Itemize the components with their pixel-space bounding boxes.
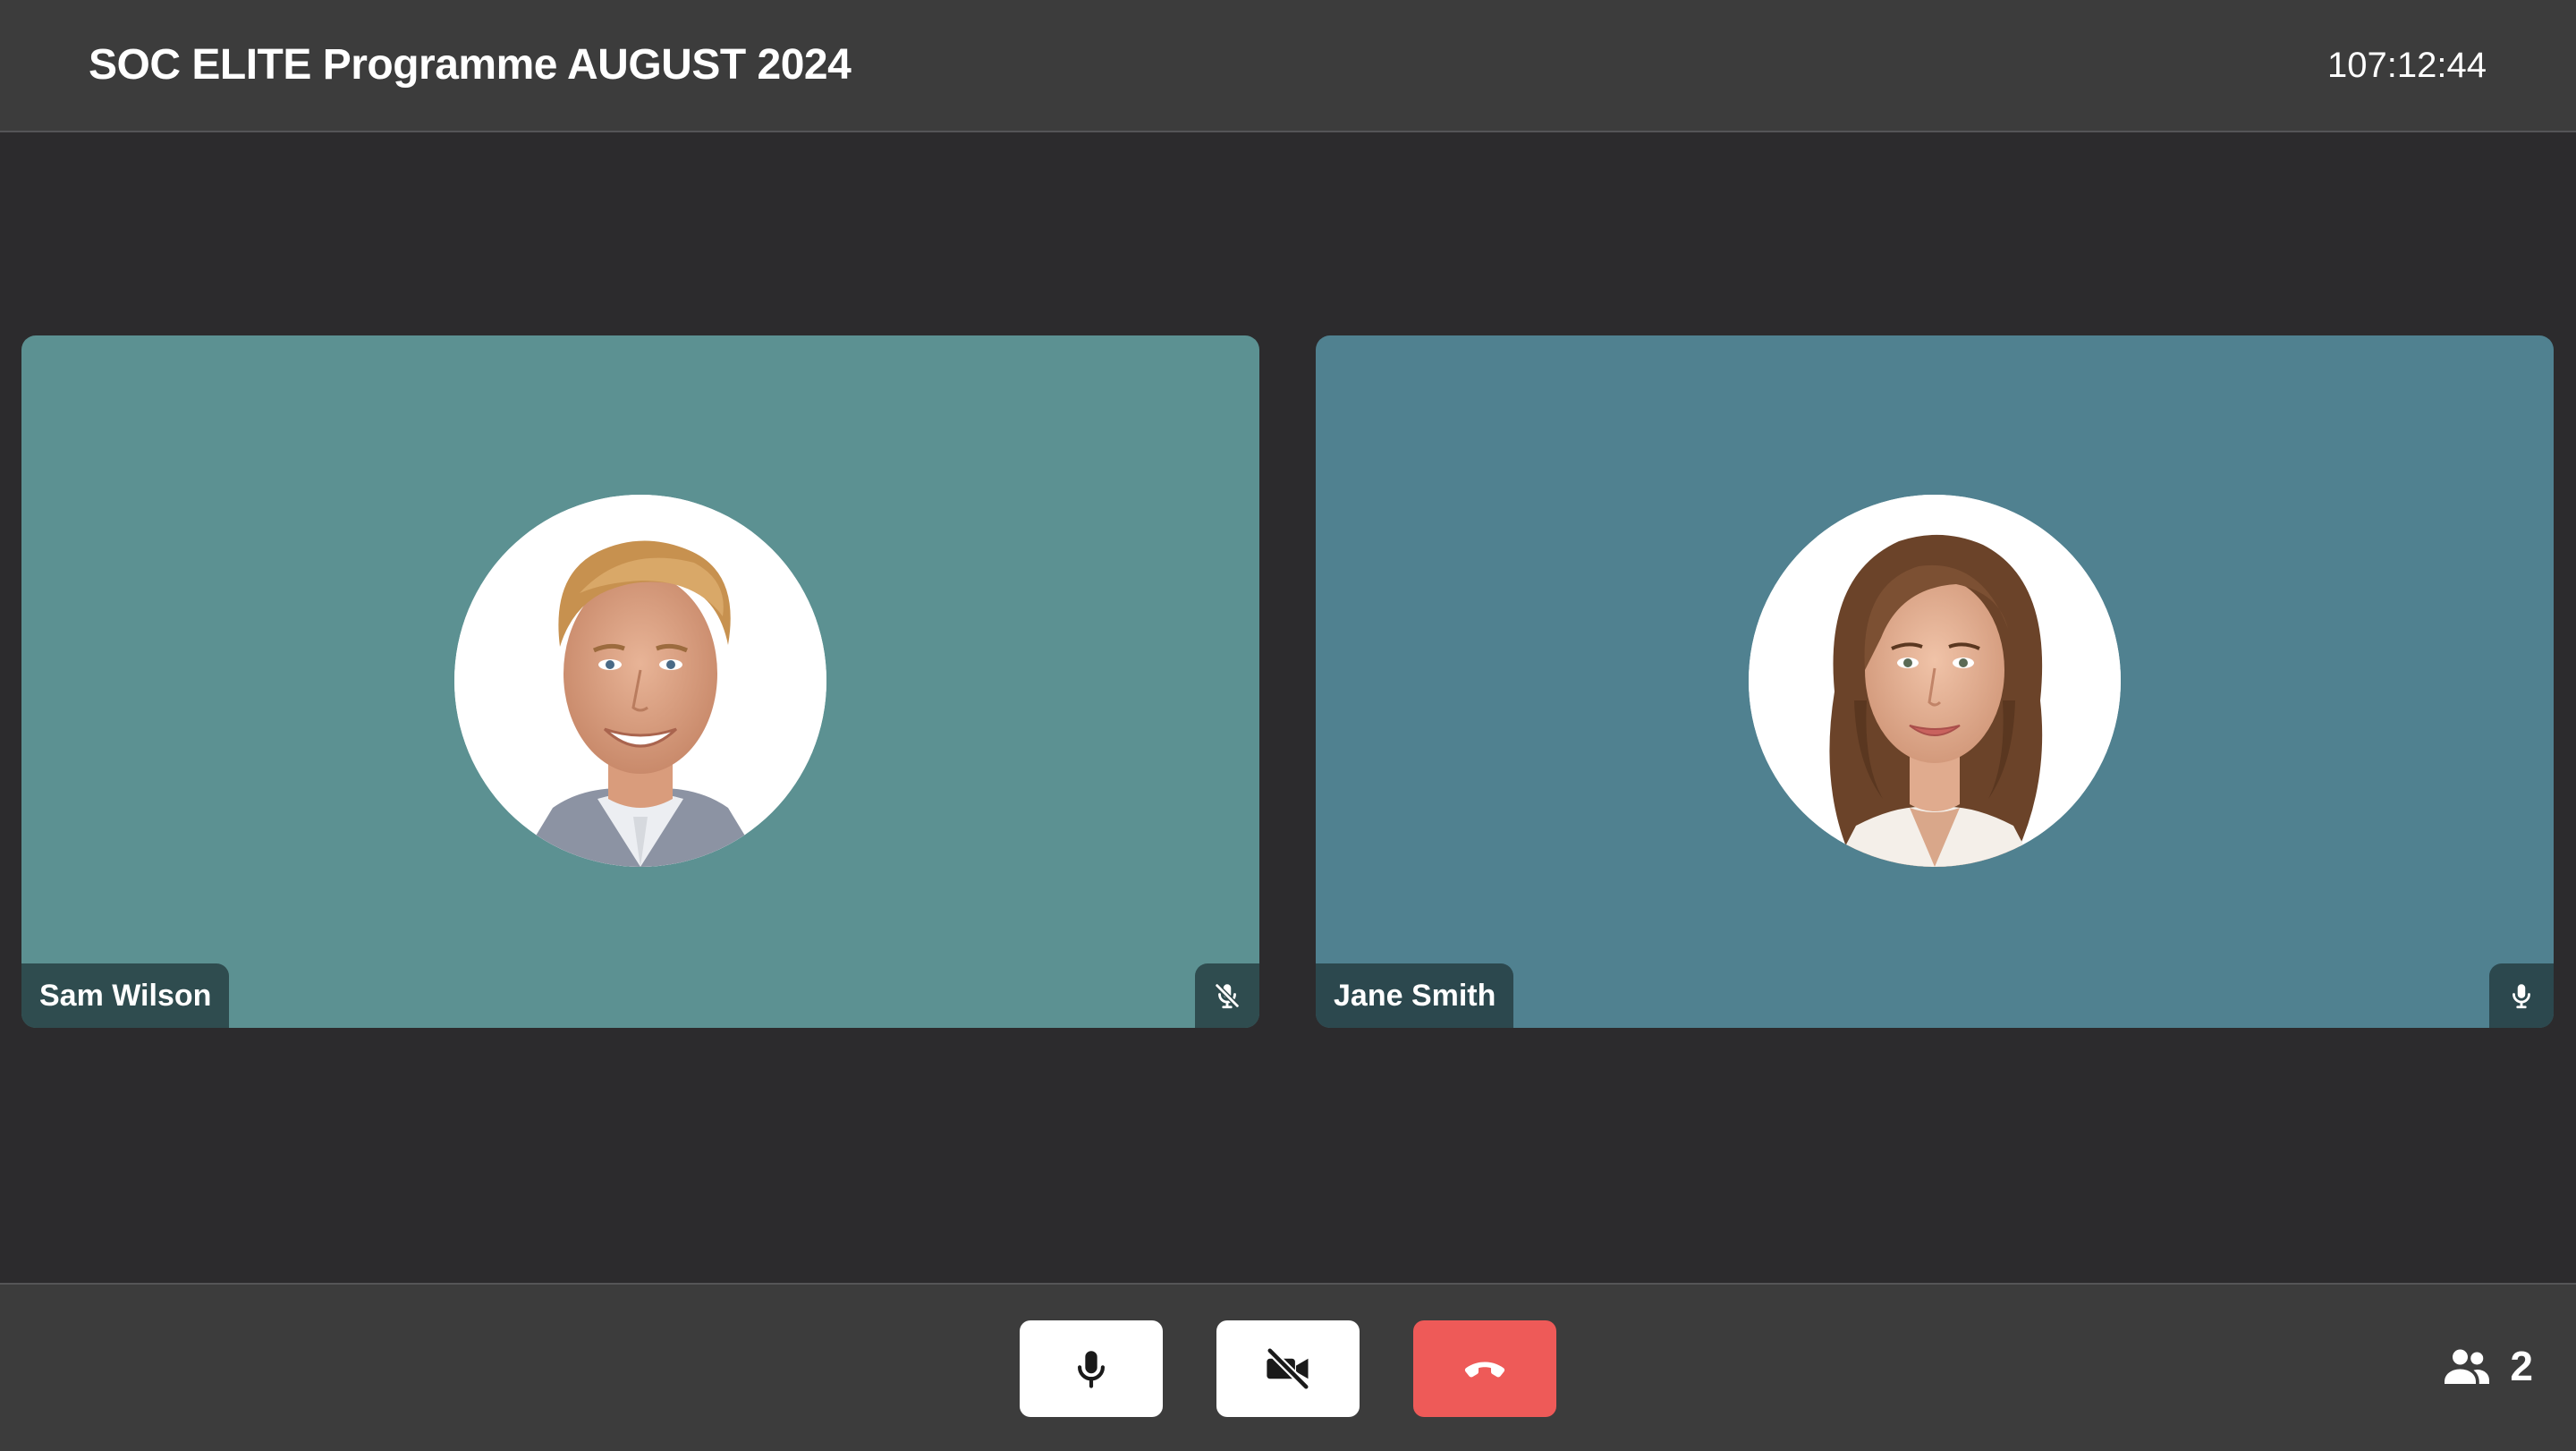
people-icon bbox=[2445, 1349, 2490, 1384]
participant-count: 2 bbox=[2510, 1343, 2533, 1389]
avatar bbox=[454, 495, 826, 867]
meeting-header: SOC ELITE Programme AUGUST 2024 107:12:4… bbox=[0, 0, 2576, 132]
participant-photo bbox=[1749, 495, 2121, 867]
call-controls-bar: 2 bbox=[0, 1283, 2576, 1451]
phone-hangup-icon bbox=[1464, 1362, 1505, 1378]
participant-name-tag: Jane Smith bbox=[1316, 963, 1514, 1028]
mic-icon bbox=[1078, 1351, 1105, 1388]
participant-count-button[interactable]: 2 bbox=[2440, 1335, 2533, 1397]
meeting-title: SOC ELITE Programme AUGUST 2024 bbox=[89, 41, 852, 89]
call-timer: 107:12:44 bbox=[2327, 46, 2487, 85]
end-call-button[interactable] bbox=[1413, 1320, 1556, 1417]
participant-photo bbox=[454, 495, 826, 867]
mic-icon bbox=[2512, 984, 2530, 1009]
video-stage: Sam Wilson Jane Smith bbox=[0, 132, 2576, 1283]
toggle-camera-button[interactable] bbox=[1216, 1320, 1360, 1417]
toggle-mic-button[interactable] bbox=[1020, 1320, 1163, 1417]
avatar bbox=[1749, 495, 2121, 867]
mic-off-icon bbox=[1215, 983, 1240, 1009]
participant-name-tag: Sam Wilson bbox=[21, 963, 230, 1028]
participant-tile-jane-smith[interactable]: Jane Smith bbox=[1316, 335, 2554, 1028]
video-off-icon bbox=[1267, 1347, 1309, 1390]
participant-mic-status bbox=[1195, 963, 1259, 1028]
participant-mic-status bbox=[2489, 963, 2554, 1028]
participant-tile-sam-wilson[interactable]: Sam Wilson bbox=[21, 335, 1259, 1028]
